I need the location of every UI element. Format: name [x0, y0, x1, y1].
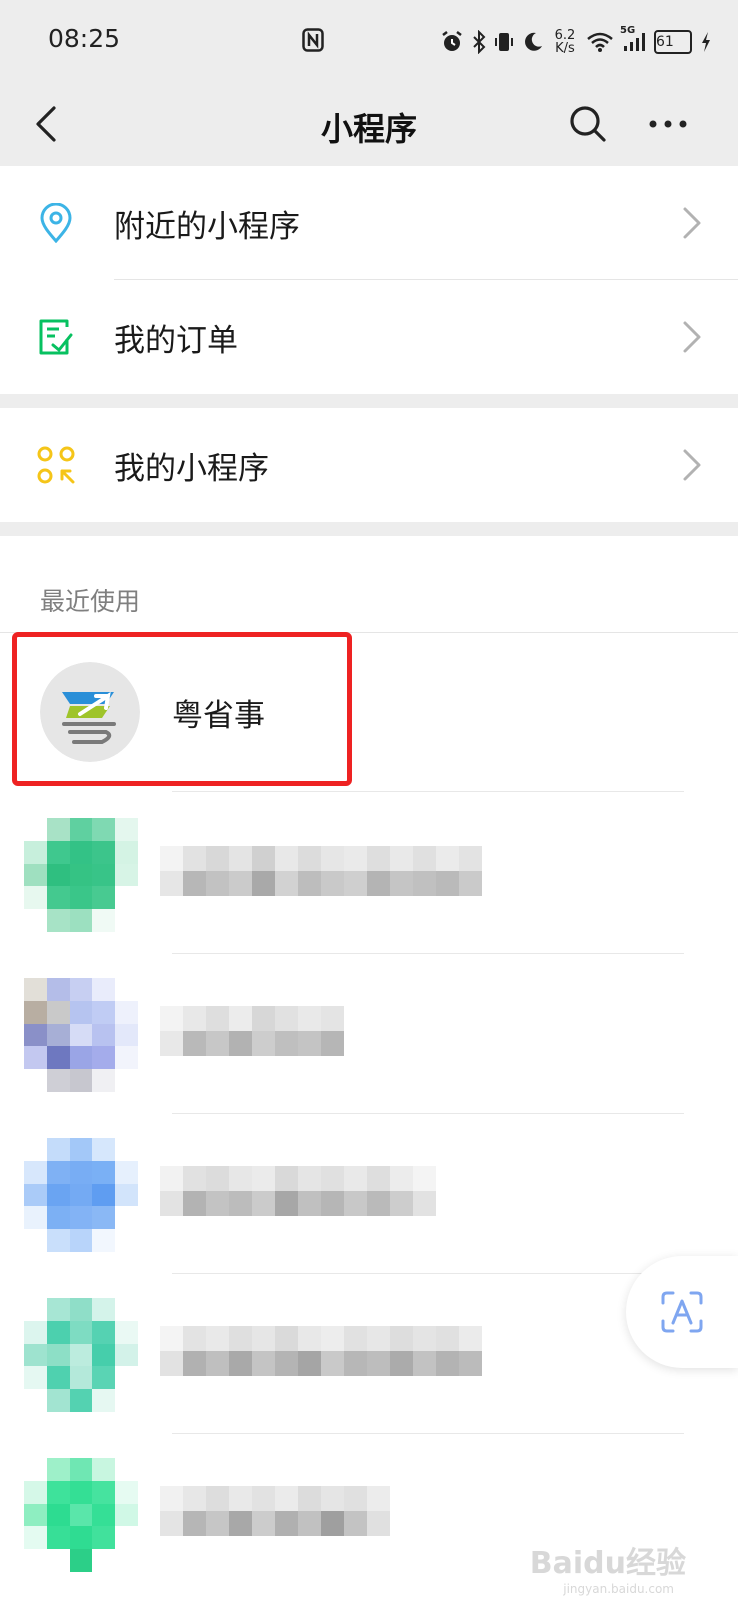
blurred-name	[160, 1326, 482, 1376]
blurred-name	[160, 1166, 436, 1216]
alarm-icon	[440, 30, 464, 54]
menu-item-orders[interactable]: 我的订单	[0, 280, 738, 394]
menu-item-nearby[interactable]: 附近的小程序	[0, 166, 738, 280]
mini-program-grid-icon	[36, 445, 76, 485]
recent-section-label: 最近使用	[40, 587, 141, 616]
chevron-right-icon	[683, 449, 701, 481]
blurred-avatar	[24, 978, 138, 1092]
nfc-icon	[302, 28, 324, 56]
status-bar: 08:25 6.2 K/s 5G 61	[0, 0, 738, 82]
chevron-left-icon	[36, 106, 56, 142]
nav-bar: 小程序	[0, 82, 738, 166]
more-button[interactable]	[640, 98, 696, 150]
chevron-right-icon	[683, 207, 701, 239]
location-pin-icon	[36, 203, 76, 243]
menu-group-primary: 附近的小程序 我的订单	[0, 166, 738, 394]
chevron-right-icon	[683, 321, 701, 353]
recent-item-blurred[interactable]	[0, 1114, 738, 1274]
text-scan-icon	[661, 1291, 703, 1333]
net-speed: 6.2 K/s	[554, 28, 576, 56]
page-title: 小程序	[320, 110, 417, 148]
charging-icon	[700, 31, 712, 53]
blurred-avatar	[24, 1458, 138, 1572]
wifi-icon	[586, 31, 614, 53]
menu-label-my-mini-programs: 我的小程序	[114, 450, 269, 487]
section-gap	[0, 394, 738, 408]
status-time: 08:25	[48, 24, 121, 53]
blurred-name	[160, 1006, 344, 1056]
bluetooth-icon	[472, 30, 486, 54]
blurred-name	[160, 846, 482, 896]
vibrate-icon	[494, 30, 514, 54]
blurred-avatar	[24, 1138, 138, 1252]
moon-icon	[522, 31, 544, 53]
recent-item-blurred[interactable]	[0, 794, 738, 954]
section-gap	[0, 522, 738, 536]
search-icon	[570, 106, 606, 142]
highlight-box	[12, 632, 352, 786]
battery-indicator: 61	[654, 30, 692, 54]
blurred-name	[160, 1486, 390, 1536]
recent-item-blurred[interactable]	[0, 954, 738, 1114]
menu-label-nearby: 附近的小程序	[114, 208, 300, 245]
search-button[interactable]	[562, 98, 614, 150]
floating-scan-button[interactable]	[626, 1256, 738, 1368]
menu-label-orders: 我的订单	[114, 322, 238, 359]
more-dots-icon	[649, 120, 687, 128]
blurred-avatar	[24, 1298, 138, 1412]
baidu-watermark-url: jingyan.baidu.com	[563, 1582, 674, 1596]
menu-item-my-mini-programs[interactable]: 我的小程序	[0, 408, 738, 522]
back-button[interactable]	[24, 100, 68, 148]
order-list-icon	[36, 317, 76, 357]
blurred-avatar	[24, 818, 138, 932]
signal-icon: 5G	[620, 25, 646, 53]
menu-group-secondary: 我的小程序	[0, 408, 738, 522]
baidu-watermark: Baidu经验	[529, 1546, 686, 1581]
